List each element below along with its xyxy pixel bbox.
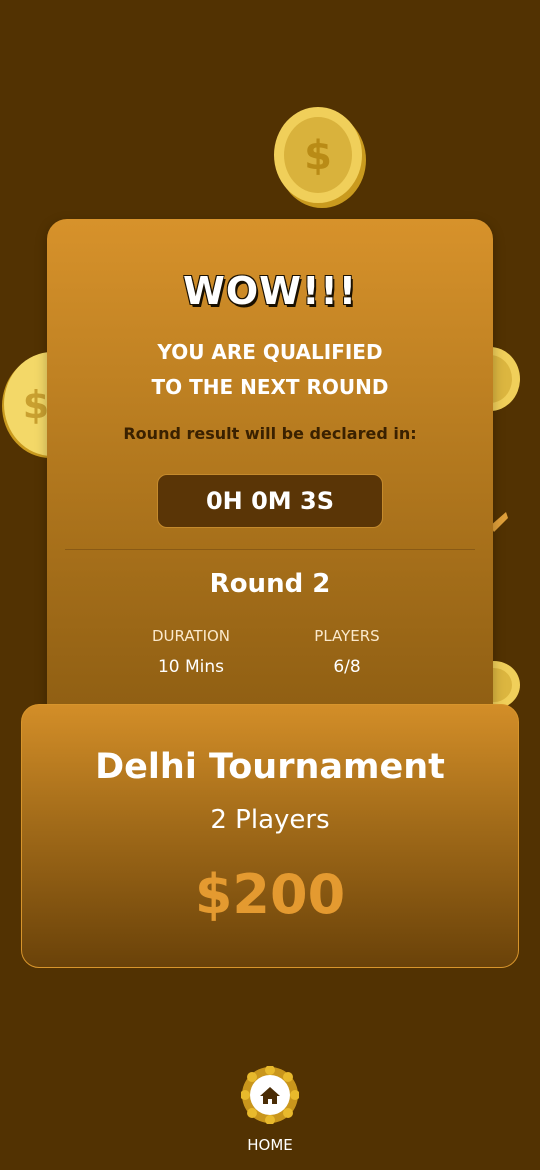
svg-text:$: $ (23, 383, 49, 427)
tournament-card[interactable]: Delhi Tournament 2 Players $200 (21, 704, 519, 968)
home-label: HOME (247, 1136, 293, 1154)
declared-text: Round result will be declared in: (123, 424, 417, 443)
home-button[interactable] (240, 1065, 300, 1125)
players-stat: PLAYERS 6/8 (287, 627, 407, 677)
duration-stat: DURATION 10 Mins (131, 627, 251, 677)
home-icon (240, 1065, 300, 1125)
result-card: WOW!!! YOU ARE QUALIFIED TO THE NEXT ROU… (47, 219, 493, 729)
qualified-line-1: YOU ARE QUALIFIED (157, 340, 383, 364)
tournament-name: Delhi Tournament (95, 747, 445, 787)
coin-decoration (490, 347, 520, 411)
countdown-timer: 0H 0M 3S (157, 474, 383, 528)
svg-text:$: $ (304, 133, 332, 179)
qualified-line-2: TO THE NEXT ROUND (151, 375, 389, 399)
tournament-prize: $200 (194, 863, 346, 926)
coin-decoration: $ (2, 352, 50, 458)
players-label: PLAYERS (314, 627, 380, 645)
duration-label: DURATION (151, 627, 231, 645)
round-title: Round 2 (209, 569, 331, 599)
duration-value: 10 Mins (157, 657, 225, 677)
players-value: 6/8 (333, 657, 361, 677)
coin-decoration (490, 661, 520, 709)
tournament-players: 2 Players (210, 805, 330, 835)
headline: WOW!!! (182, 269, 358, 313)
qualified-message: YOU ARE QUALIFIED TO THE NEXT ROUND (47, 335, 493, 405)
divider (65, 549, 475, 550)
coin-decoration: $ (274, 107, 366, 208)
